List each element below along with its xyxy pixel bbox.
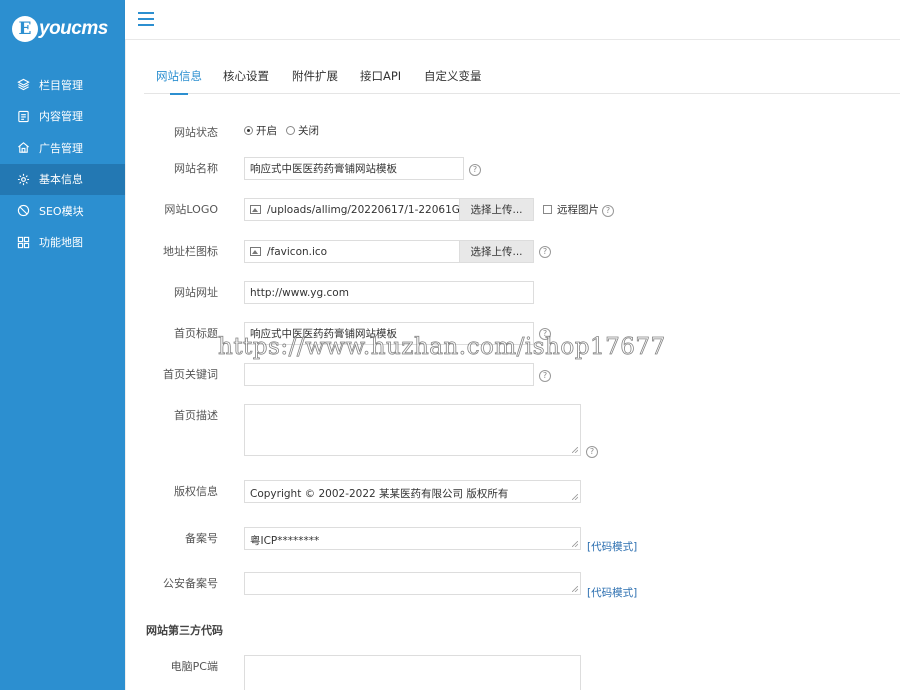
help-icon[interactable]: ? xyxy=(469,164,481,176)
resize-grip-icon[interactable] xyxy=(572,447,578,453)
site-url-label: 网站网址 xyxy=(174,286,218,299)
home-description-textarea[interactable] xyxy=(244,404,581,456)
police-icp-textarea[interactable] xyxy=(244,572,581,595)
sidebar-item-basic-info[interactable]: 基本信息 xyxy=(0,163,125,195)
main-panel: 网站信息 核心设置 附件扩展 接口API 自定义变量 网站状态 开启 关闭 网站… xyxy=(125,40,900,690)
home-icon xyxy=(16,141,30,155)
tab-attachments[interactable]: 附件扩展 xyxy=(292,68,338,94)
tab-label: 接口API xyxy=(360,69,402,83)
help-icon[interactable]: ? xyxy=(586,446,598,458)
home-title-input[interactable]: 响应式中医医药药膏铺网站模板 xyxy=(244,322,534,345)
tab-label: 网站信息 xyxy=(156,69,202,83)
tab-custom-vars[interactable]: 自定义变量 xyxy=(424,68,482,94)
sidebar-item-content[interactable]: 内容管理 xyxy=(0,101,125,133)
tab-site-info[interactable]: 网站信息 xyxy=(156,68,202,95)
help-icon[interactable]: ? xyxy=(602,205,614,217)
radio-unchecked-icon xyxy=(286,126,295,135)
police-icp-label: 公安备案号 xyxy=(163,577,218,590)
icp-value: 粤ICP******** xyxy=(250,535,320,547)
home-title-label: 首页标题 xyxy=(174,327,218,340)
favicon-upload-button[interactable]: 选择上传... xyxy=(460,240,534,263)
top-bar xyxy=(125,0,900,40)
remote-image-label: 远程图片 xyxy=(557,204,599,216)
favicon-label: 地址栏图标 xyxy=(163,245,218,258)
sidebar-item-columns[interactable]: 栏目管理 xyxy=(0,69,125,101)
sidebar-item-seo[interactable]: SEO模块 xyxy=(0,195,125,227)
logo-text: youcms xyxy=(39,18,108,39)
sidebar-item-label: 基本信息 xyxy=(39,173,83,187)
sidebar-nav: 栏目管理 内容管理 广告管理 基本信息 SEO模块 功能地图 xyxy=(0,69,125,258)
logo-label: 网站LOGO xyxy=(164,203,218,216)
icp-textarea[interactable]: 粤ICP******** xyxy=(244,527,581,550)
ban-icon xyxy=(16,204,30,218)
site-status-label: 网站状态 xyxy=(174,126,218,139)
checkbox-icon xyxy=(543,205,552,214)
resize-grip-icon[interactable] xyxy=(572,541,578,547)
settings-tabs: 网站信息 核心设置 附件扩展 接口API 自定义变量 xyxy=(144,64,900,95)
grid-icon xyxy=(16,235,30,249)
pc-code-textarea[interactable] xyxy=(244,655,581,690)
logo-badge: E xyxy=(12,16,38,42)
favicon-path-input[interactable]: /favicon.ico xyxy=(244,240,460,263)
sidebar-item-label: SEO模块 xyxy=(39,204,84,218)
favicon-path-value: /favicon.ico xyxy=(267,245,328,258)
tab-label: 自定义变量 xyxy=(424,69,482,83)
home-keywords-input[interactable] xyxy=(244,363,534,386)
sidebar-item-label: 栏目管理 xyxy=(39,78,83,92)
tab-label: 附件扩展 xyxy=(292,69,338,83)
sidebar-item-sitemap[interactable]: 功能地图 xyxy=(0,227,125,259)
image-icon xyxy=(250,247,261,256)
logo[interactable]: E youcms xyxy=(0,0,125,58)
site-url-input[interactable]: http://www.yg.com xyxy=(244,281,534,304)
icp-label: 备案号 xyxy=(185,532,218,545)
document-icon xyxy=(16,109,30,123)
status-off-label: 关闭 xyxy=(298,125,319,137)
third-party-section-title: 网站第三方代码 xyxy=(146,624,223,637)
home-description-label: 首页描述 xyxy=(174,409,218,422)
status-on-radio[interactable]: 开启 xyxy=(244,123,277,138)
copyright-label: 版权信息 xyxy=(174,485,218,498)
sidebar-item-label: 广告管理 xyxy=(39,141,83,155)
copyright-value: Copyright © 2002-2022 某某医药有限公司 版权所有 xyxy=(250,488,509,500)
tab-label: 核心设置 xyxy=(223,69,269,83)
sidebar-item-label: 内容管理 xyxy=(39,110,83,124)
tab-core-settings[interactable]: 核心设置 xyxy=(223,68,269,94)
police-icp-code-mode-link[interactable]: [代码模式] xyxy=(587,585,637,600)
logo-path-input[interactable]: /uploads/allimg/20220617/1-22061G6323 xyxy=(244,198,460,221)
sidebar-item-ads[interactable]: 广告管理 xyxy=(0,132,125,164)
icp-code-mode-link[interactable]: [代码模式] xyxy=(587,539,637,554)
sidebar-item-label: 功能地图 xyxy=(39,236,83,250)
site-name-input[interactable]: 响应式中医医药药膏铺网站模板 xyxy=(244,157,464,180)
layers-icon xyxy=(16,78,30,92)
status-off-radio[interactable]: 关闭 xyxy=(286,123,319,138)
menu-toggle-icon[interactable] xyxy=(138,12,154,26)
help-icon[interactable]: ? xyxy=(539,370,551,382)
remote-image-checkbox[interactable]: 远程图片 xyxy=(543,202,599,217)
home-keywords-label: 首页关键词 xyxy=(163,368,218,381)
copyright-textarea[interactable]: Copyright © 2002-2022 某某医药有限公司 版权所有 xyxy=(244,480,581,503)
help-icon[interactable]: ? xyxy=(539,328,551,340)
pc-code-label: 电脑PC端 xyxy=(170,660,218,673)
image-icon xyxy=(250,205,261,214)
help-icon[interactable]: ? xyxy=(539,246,551,258)
site-name-label: 网站名称 xyxy=(174,162,218,175)
gear-icon xyxy=(16,172,30,186)
radio-checked-icon xyxy=(244,126,253,135)
tab-api[interactable]: 接口API xyxy=(360,68,401,94)
logo-upload-button[interactable]: 选择上传... xyxy=(460,198,534,221)
logo-path-value: /uploads/allimg/20220617/1-22061G6323 xyxy=(267,203,460,216)
status-on-label: 开启 xyxy=(256,125,277,137)
resize-grip-icon[interactable] xyxy=(572,586,578,592)
sidebar: E youcms 栏目管理 内容管理 广告管理 基本信息 SEO模块 功能地图 xyxy=(0,0,125,690)
resize-grip-icon[interactable] xyxy=(572,494,578,500)
